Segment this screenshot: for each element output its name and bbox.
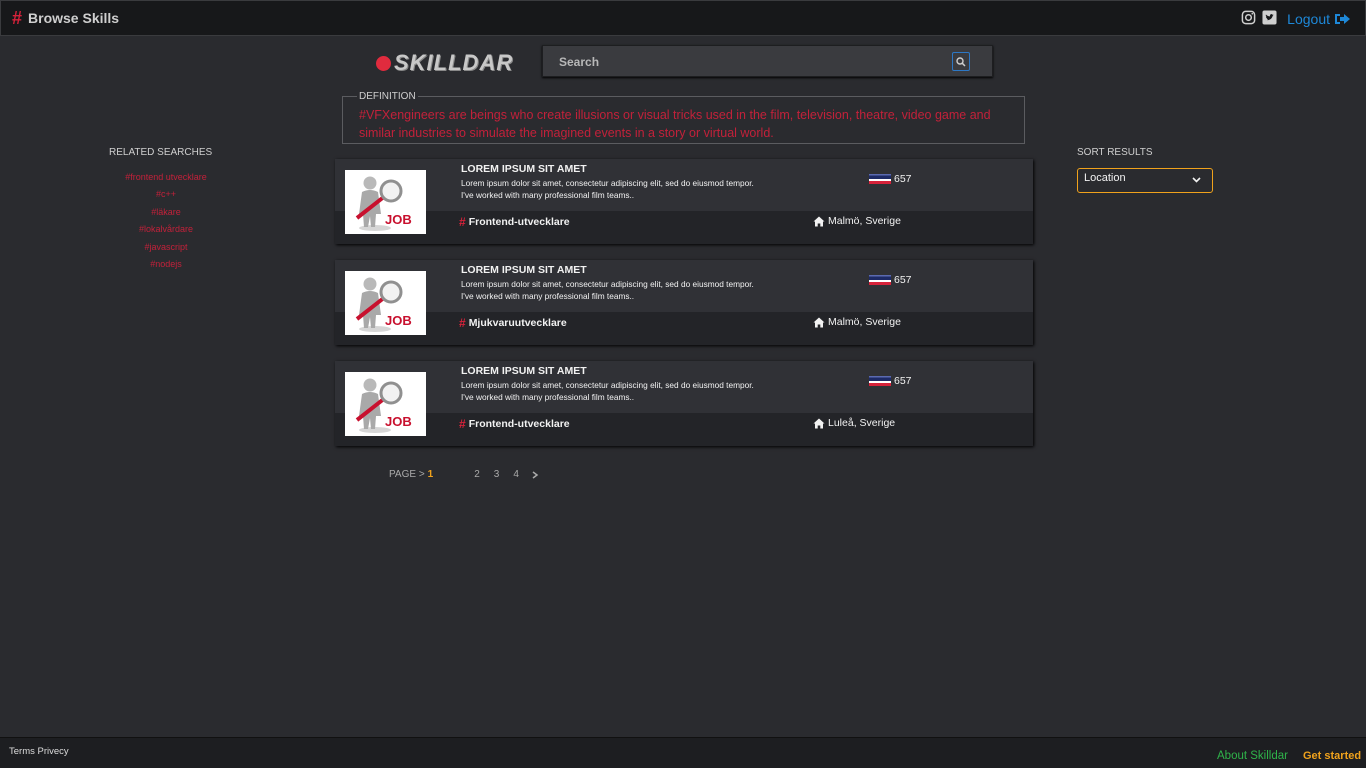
hash-icon: # — [459, 215, 466, 229]
page-link[interactable]: 3 — [494, 469, 500, 480]
top-navbar: # Browse Skills Logout — [0, 0, 1366, 36]
job-card[interactable]: JOB LOREM IPSUM SIT AMET Lorem ipsum dol… — [335, 159, 1033, 244]
home-icon — [813, 216, 825, 226]
pagination: PAGE > 1 2 3 4 — [389, 469, 539, 480]
job-thumbnail-text: JOB — [385, 313, 412, 328]
job-description: Lorem ipsum dolor sit amet, consectetur … — [461, 379, 791, 403]
job-thumbnail-text: JOB — [385, 212, 412, 227]
logout-button[interactable]: Logout — [1287, 11, 1351, 27]
get-started-link[interactable]: Get started — [1303, 750, 1361, 762]
job-skill-label: Frontend-utvecklare — [468, 418, 570, 430]
terms-privacy-link[interactable]: Terms Privecy — [9, 746, 69, 757]
related-search-link[interactable]: #läkare — [106, 206, 226, 223]
search-bar[interactable]: Search — [542, 45, 993, 77]
hash-icon: # — [459, 417, 466, 431]
job-location-label: Malmö, Sverige — [828, 316, 901, 328]
twitter-icon[interactable] — [1262, 10, 1277, 25]
related-searches-list: #frontend utvecklare #c++ #läkare #lokal… — [106, 171, 226, 275]
related-search-link[interactable]: #javascript — [106, 241, 226, 258]
definition-box: DEFINITION #VFXengineers are beings who … — [342, 91, 1025, 144]
definition-legend: DEFINITION — [357, 91, 418, 102]
job-location-label: Malmö, Sverige — [828, 215, 901, 227]
related-search-link[interactable]: #frontend utvecklare — [106, 171, 226, 188]
flag-icon — [869, 376, 891, 386]
flag-icon — [869, 174, 891, 184]
job-score-value: 657 — [894, 375, 912, 387]
social-links — [1241, 10, 1277, 25]
page-title: Browse Skills — [28, 10, 120, 26]
related-search-link[interactable]: #lokalvårdare — [106, 223, 226, 240]
job-search-illustration: JOB — [355, 378, 412, 433]
related-searches-title: RELATED SEARCHES — [109, 147, 213, 158]
job-skill[interactable]: # Mjukvaruutvecklare — [459, 316, 567, 330]
hash-icon: # — [12, 8, 23, 28]
page-link[interactable]: 2 — [474, 469, 480, 480]
job-title: LOREM IPSUM SIT AMET — [461, 365, 587, 377]
logout-label: Logout — [1287, 11, 1330, 27]
job-description-line: I've worked with many professional film … — [461, 392, 635, 402]
job-description-line: Lorem ipsum dolor sit amet, consectetur … — [461, 380, 754, 390]
job-score: 657 — [869, 274, 912, 286]
pagination-label: PAGE > — [389, 469, 425, 480]
job-skill[interactable]: # Frontend-utvecklare — [459, 215, 570, 229]
job-score-value: 657 — [894, 274, 912, 286]
skilldar-logo[interactable]: SKILLDAR — [376, 50, 513, 76]
job-score: 657 — [869, 375, 912, 387]
job-thumbnail: JOB — [345, 170, 426, 234]
job-location: Luleå, Sverige — [813, 417, 895, 429]
search-input[interactable]: Search — [559, 55, 599, 69]
home-icon — [813, 418, 825, 428]
sort-select[interactable]: Location — [1077, 168, 1213, 193]
hash-icon: # — [459, 316, 466, 330]
logo-dot-icon — [376, 55, 391, 71]
job-thumbnail: JOB — [345, 372, 426, 436]
job-skill[interactable]: # Frontend-utvecklare — [459, 417, 570, 431]
job-location: Malmö, Sverige — [813, 215, 901, 227]
chevron-down-icon — [1192, 177, 1201, 183]
page-link[interactable]: 4 — [513, 469, 519, 480]
job-card[interactable]: JOB LOREM IPSUM SIT AMET Lorem ipsum dol… — [335, 260, 1033, 345]
job-location-label: Luleå, Sverige — [828, 417, 896, 429]
logout-icon — [1335, 14, 1350, 24]
job-card[interactable]: JOB LOREM IPSUM SIT AMET Lorem ipsum dol… — [335, 361, 1033, 446]
chevron-right-icon[interactable] — [531, 470, 539, 480]
job-thumbnail: JOB — [345, 271, 426, 335]
job-search-illustration: JOB — [355, 176, 412, 231]
current-page: 1 — [427, 469, 434, 480]
job-skill-label: Frontend-utvecklare — [468, 216, 570, 228]
job-score: 657 — [869, 173, 912, 185]
related-search-link[interactable]: #nodejs — [106, 258, 226, 275]
job-description-line: I've worked with many professional film … — [461, 190, 635, 200]
about-link[interactable]: About Skilldar — [1217, 750, 1288, 762]
job-description-line: Lorem ipsum dolor sit amet, consectetur … — [461, 279, 754, 289]
footer: Terms Privecy About Skilldar Get started — [0, 737, 1366, 768]
job-search-illustration: JOB — [355, 277, 412, 332]
instagram-icon[interactable] — [1241, 10, 1256, 25]
job-description-line: I've worked with many professional film … — [461, 291, 635, 301]
job-description-line: Lorem ipsum dolor sit amet, consectetur … — [461, 178, 754, 188]
job-location: Malmö, Sverige — [813, 316, 901, 328]
sort-selected-value: Location — [1084, 172, 1126, 184]
flag-icon — [869, 275, 891, 285]
job-description: Lorem ipsum dolor sit amet, consectetur … — [461, 177, 791, 201]
brand[interactable]: # Browse Skills — [12, 9, 119, 27]
home-icon — [813, 317, 825, 327]
job-thumbnail-text: JOB — [385, 414, 412, 429]
sort-results-title: SORT RESULTS — [1077, 147, 1153, 158]
job-score-value: 657 — [894, 173, 912, 185]
search-icon — [956, 56, 966, 67]
logo-text: SKILLDAR — [394, 50, 514, 75]
definition-text: #VFXengineers are beings who create illu… — [359, 108, 991, 140]
related-search-link[interactable]: #c++ — [106, 188, 226, 205]
job-skill-label: Mjukvaruutvecklare — [468, 317, 567, 329]
job-title: LOREM IPSUM SIT AMET — [461, 264, 587, 276]
job-description: Lorem ipsum dolor sit amet, consectetur … — [461, 278, 791, 302]
search-button[interactable] — [952, 52, 970, 71]
job-title: LOREM IPSUM SIT AMET — [461, 163, 587, 175]
